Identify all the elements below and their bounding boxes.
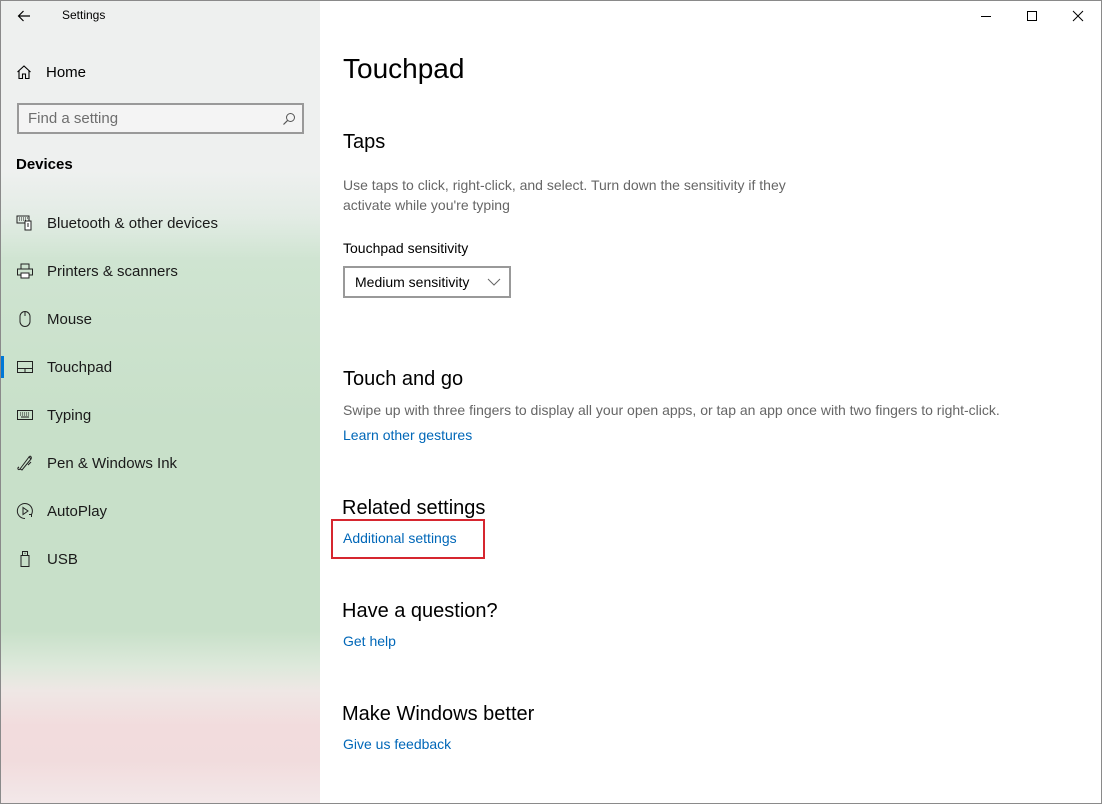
sidebar-item-pen[interactable]: Pen & Windows Ink	[1, 439, 320, 487]
sidebar: Settings Home Devices	[1, 1, 320, 803]
search-icon[interactable]	[276, 112, 302, 126]
chevron-down-icon	[487, 278, 501, 286]
sensitivity-dropdown[interactable]: Medium sensitivity	[343, 266, 511, 298]
sidebar-item-usb[interactable]: USB	[1, 535, 320, 583]
learn-gestures-link[interactable]: Learn other gestures	[343, 427, 472, 443]
usb-icon	[15, 549, 35, 569]
pen-icon	[15, 453, 35, 473]
main-content: Touchpad Taps Use taps to click, right-c…	[320, 1, 1101, 803]
printer-icon	[15, 261, 35, 281]
minimize-button[interactable]	[963, 1, 1009, 31]
taps-description: Use taps to click, right-click, and sele…	[343, 177, 786, 213]
sidebar-item-label: Typing	[47, 406, 92, 424]
additional-settings-link[interactable]: Additional settings	[343, 530, 457, 546]
maximize-button[interactable]	[1009, 1, 1055, 31]
touch-and-go-heading: Touch and go	[343, 368, 464, 390]
sidebar-item-label: Mouse	[47, 310, 93, 328]
app-title: Settings	[62, 8, 106, 22]
minimize-icon	[981, 16, 991, 17]
sidebar-item-label: Bluetooth & other devices	[47, 214, 218, 232]
sidebar-item-label: Touchpad	[47, 358, 113, 376]
close-icon	[1072, 10, 1084, 22]
back-arrow-icon	[17, 10, 30, 22]
autoplay-icon	[15, 501, 35, 521]
mouse-icon	[15, 309, 35, 329]
sidebar-item-touchpad[interactable]: Touchpad	[1, 343, 320, 391]
question-heading: Have a question?	[342, 600, 498, 622]
touchpad-icon	[15, 357, 35, 377]
bluetooth-devices-icon	[15, 213, 35, 233]
window-controls	[963, 1, 1101, 31]
section-label: Devices	[16, 156, 73, 173]
sidebar-item-label: USB	[47, 550, 78, 568]
related-settings-heading: Related settings	[342, 497, 486, 519]
touch-and-go-description: Swipe up with three fingers to display a…	[343, 402, 1000, 418]
sensitivity-label: Touchpad sensitivity	[343, 240, 469, 256]
keyboard-icon	[15, 405, 35, 425]
sidebar-item-label: Printers & scanners	[47, 262, 178, 280]
search-box	[17, 103, 304, 134]
sidebar-item-label: Pen & Windows Ink	[47, 454, 178, 472]
sensitivity-value: Medium sensitivity	[355, 274, 470, 290]
feedback-heading: Make Windows better	[342, 703, 535, 725]
page-title: Touchpad	[343, 53, 465, 84]
sidebar-item-mouse[interactable]: Mouse	[1, 295, 320, 343]
close-button[interactable]	[1055, 1, 1101, 31]
give-feedback-link[interactable]: Give us feedback	[343, 736, 451, 752]
settings-window: Settings Home Devices	[0, 0, 1102, 804]
search-input[interactable]	[19, 110, 276, 127]
back-button[interactable]	[9, 3, 39, 29]
sidebar-home[interactable]: Home	[16, 59, 86, 85]
sidebar-item-label: AutoPlay	[47, 502, 108, 520]
sidebar-item-typing[interactable]: Typing	[1, 391, 320, 439]
home-icon	[17, 65, 31, 80]
get-help-link[interactable]: Get help	[343, 633, 396, 649]
sidebar-item-autoplay[interactable]: AutoPlay	[1, 487, 320, 535]
sidebar-item-printers[interactable]: Printers & scanners	[1, 247, 320, 295]
sidebar-item-bluetooth[interactable]: Bluetooth & other devices	[1, 199, 320, 247]
taps-heading: Taps	[343, 131, 386, 153]
maximize-icon	[1027, 11, 1037, 21]
sidebar-nav: Bluetooth & other devices Printers & sca…	[1, 199, 320, 583]
home-label: Home	[46, 63, 87, 81]
